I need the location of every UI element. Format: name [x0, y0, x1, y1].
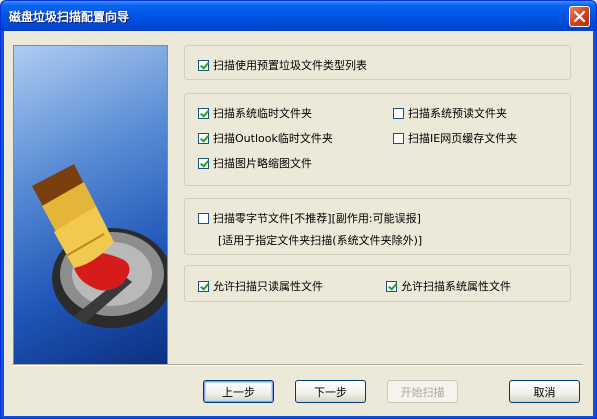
- checkbox-box[interactable]: [198, 157, 209, 169]
- system-temp-label: 扫描系统临时文件夹: [213, 107, 312, 120]
- disk-broom-icon: [32, 164, 167, 328]
- preset-list-label: 扫描使用预置垃圾文件类型列表: [213, 59, 367, 72]
- checkbox-box[interactable]: [198, 132, 209, 144]
- button-divider: [12, 364, 583, 366]
- checkbox-box[interactable]: [198, 280, 209, 292]
- close-icon: [574, 11, 585, 22]
- close-button[interactable]: [569, 6, 590, 27]
- checkbox-box[interactable]: [198, 212, 209, 224]
- preset-group: 扫描使用预置垃圾文件类型列表: [184, 45, 571, 80]
- system-attr-checkbox[interactable]: 允许扫描系统属性文件: [386, 278, 511, 294]
- system-prefetch-label: 扫描系统预读文件夹: [408, 107, 507, 120]
- system-attr-label: 允许扫描系统属性文件: [401, 280, 511, 293]
- thumbnails-checkbox[interactable]: 扫描图片略缩图文件: [198, 155, 312, 171]
- title-bar[interactable]: 磁盘垃圾扫描配置向导: [1, 1, 596, 31]
- zero-byte-group: 扫描零字节文件[不推荐][副作用:可能误报] [适用于指定文件夹扫描(系统文件夹…: [184, 198, 571, 255]
- system-temp-checkbox[interactable]: 扫描系统临时文件夹: [198, 105, 312, 121]
- preset-list-checkbox[interactable]: 扫描使用预置垃圾文件类型列表: [198, 57, 367, 73]
- checkbox-box[interactable]: [198, 59, 209, 71]
- ie-cache-label: 扫描IE网页缓存文件夹: [408, 132, 518, 145]
- thumbnails-label: 扫描图片略缩图文件: [213, 157, 312, 170]
- outlook-temp-label: 扫描Outlook临时文件夹: [213, 132, 333, 145]
- readonly-attr-label: 允许扫描只读属性文件: [213, 280, 323, 293]
- readonly-attr-checkbox[interactable]: 允许扫描只读属性文件: [198, 278, 323, 294]
- cancel-button[interactable]: 取消: [509, 380, 580, 403]
- attributes-group: 允许扫描只读属性文件 允许扫描系统属性文件: [184, 265, 571, 302]
- checkbox-box[interactable]: [198, 107, 209, 119]
- zero-byte-note: [适用于指定文件夹扫描(系统文件夹除外)]: [218, 234, 423, 247]
- checkbox-box[interactable]: [393, 132, 404, 144]
- prev-button[interactable]: 上一步: [203, 380, 274, 403]
- checkbox-box[interactable]: [393, 107, 404, 119]
- folders-group: 扫描系统临时文件夹 扫描系统预读文件夹 扫描Outlook临时文件夹 扫描IE网…: [184, 93, 571, 186]
- zero-byte-label: 扫描零字节文件[不推荐][副作用:可能误报]: [213, 212, 421, 225]
- next-button[interactable]: 下一步: [295, 380, 366, 403]
- wizard-window: 磁盘垃圾扫描配置向导 扫描使用预置垃圾文件类型列表 扫描系统临时文件夹 扫描系统…: [0, 0, 597, 419]
- outlook-temp-checkbox[interactable]: 扫描Outlook临时文件夹: [198, 130, 333, 146]
- zero-byte-checkbox[interactable]: 扫描零字节文件[不推荐][副作用:可能误报]: [198, 210, 421, 226]
- disk-broom-illustration: [13, 45, 168, 365]
- start-scan-button[interactable]: 开始扫描: [387, 380, 458, 403]
- window-title: 磁盘垃圾扫描配置向导: [9, 10, 130, 24]
- system-prefetch-checkbox[interactable]: 扫描系统预读文件夹: [393, 105, 507, 121]
- wizard-body: 扫描使用预置垃圾文件类型列表 扫描系统临时文件夹 扫描系统预读文件夹 扫描Out…: [4, 31, 593, 416]
- ie-cache-checkbox[interactable]: 扫描IE网页缓存文件夹: [393, 130, 517, 146]
- checkbox-box[interactable]: [386, 280, 397, 292]
